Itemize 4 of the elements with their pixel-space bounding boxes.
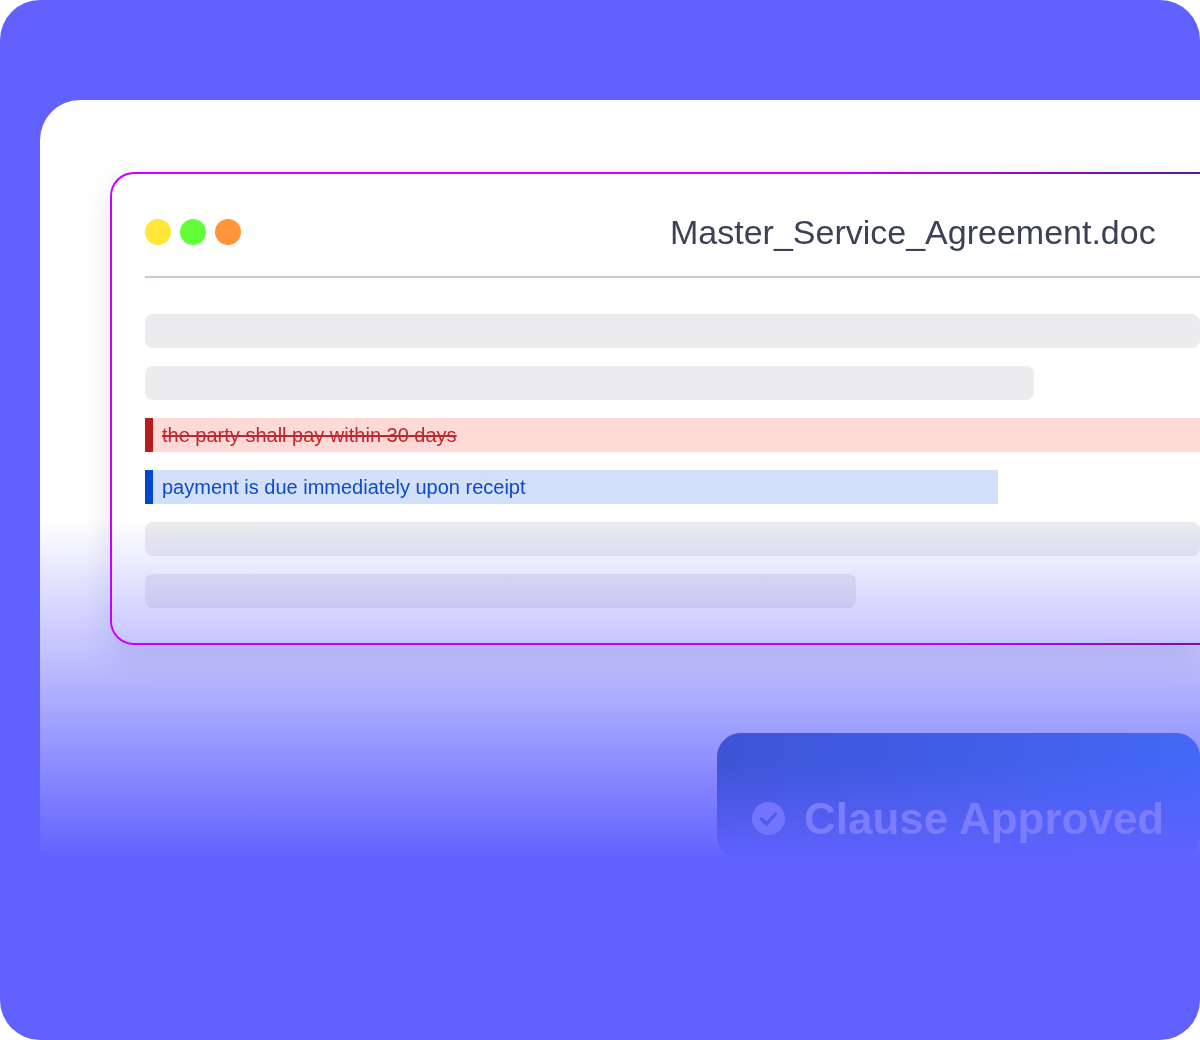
check-circle-icon [752,802,785,835]
inserted-clause-text: payment is due immediately upon receipt [145,470,998,504]
deleted-clause-text: the party shall pay within 30 days [145,418,1200,452]
window-title: Master_Service_Agreement.doc [670,212,1156,252]
